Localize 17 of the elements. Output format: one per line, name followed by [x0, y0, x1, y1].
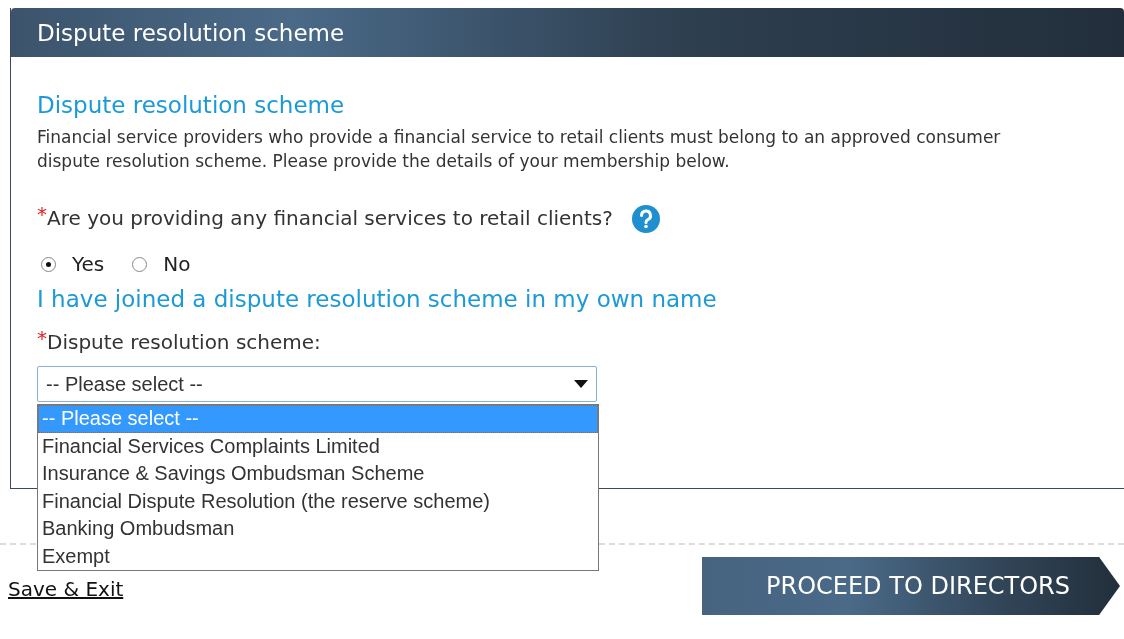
scheme-select[interactable]: -- Please select --: [37, 366, 597, 402]
question-label: Are you providing any financial services to retail clients?: [47, 206, 613, 230]
section-heading: Dispute resolution scheme: [37, 91, 346, 119]
help-icon[interactable]: [630, 204, 661, 234]
caret-icon: [574, 380, 588, 388]
panel-title: Dispute resolution scheme: [11, 8, 1124, 57]
required-mark: *: [37, 206, 47, 222]
radio-button[interactable]: [132, 256, 148, 272]
subheading: I have joined a dispute resolution scheme in my own name: [37, 286, 718, 312]
radio-label: No: [163, 252, 191, 276]
field-label: Dispute resolution scheme:: [47, 330, 321, 354]
section-description: Financial service providers who provide a financial service to retail clients must belong to an approved consumer dispute resolution scheme. Please provide the details of your membership below.: [37, 126, 1002, 173]
proceed-button[interactable]: PROCEED TO DIRECTORS: [702, 557, 1120, 615]
required-mark: *: [37, 330, 47, 350]
radio-label: Yes: [72, 252, 105, 276]
save-exit-link[interactable]: Save & Exit: [8, 577, 124, 601]
radio-button[interactable]: [41, 256, 56, 272]
